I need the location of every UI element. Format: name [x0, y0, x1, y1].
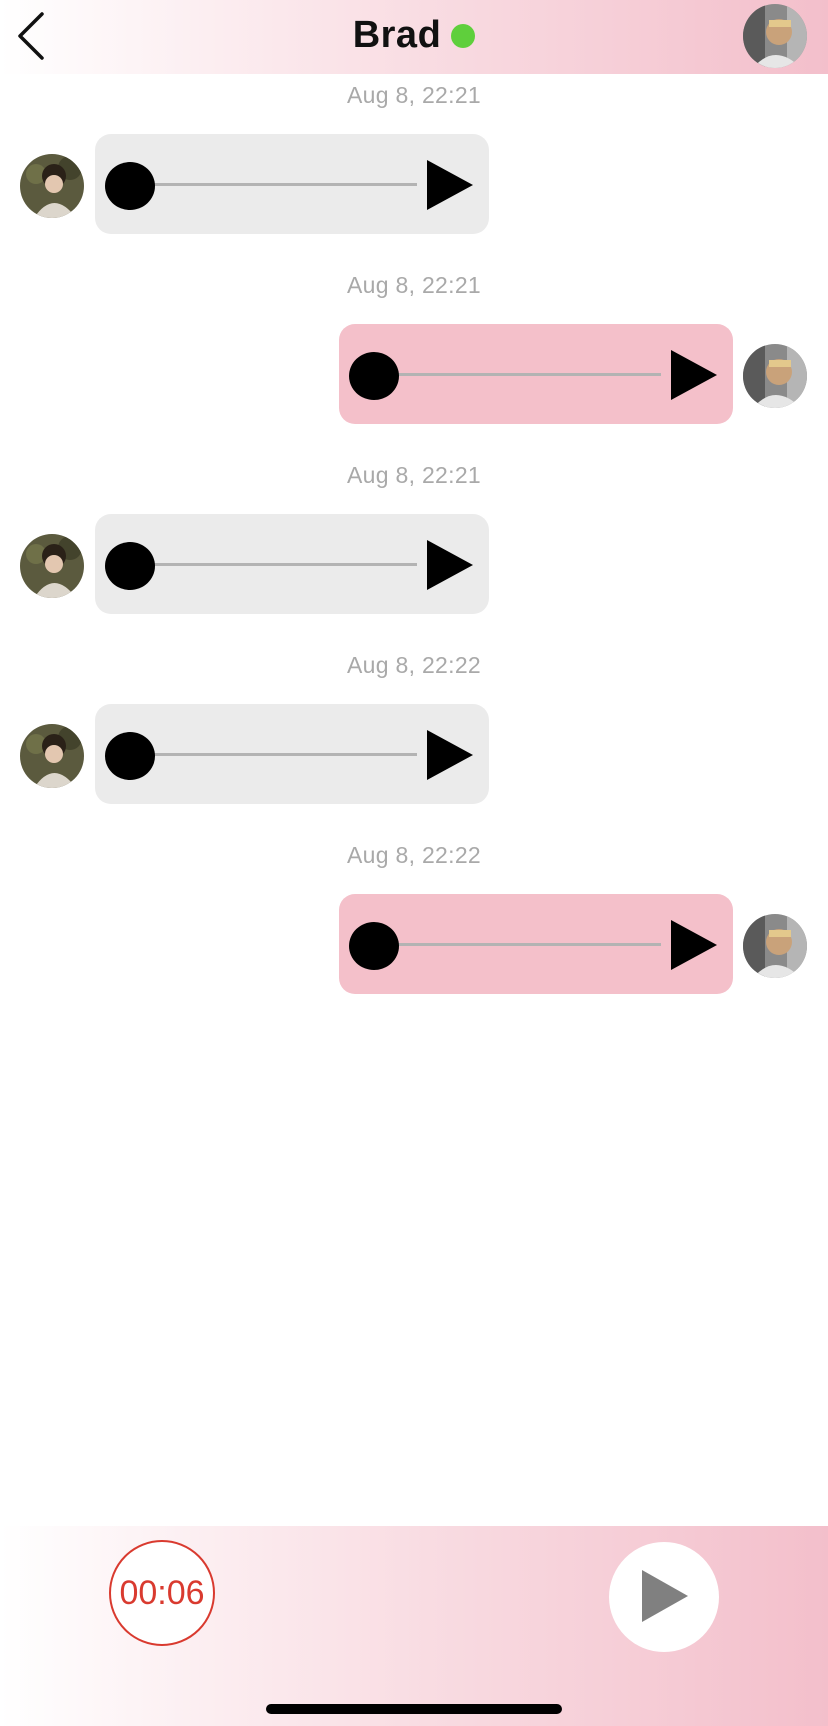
voice-message-outgoing — [339, 324, 733, 424]
female-avatar-icon — [20, 724, 84, 788]
play-icon[interactable] — [427, 730, 473, 780]
online-status-dot — [451, 23, 476, 48]
sender-avatar[interactable] — [20, 154, 84, 218]
play-icon — [642, 1570, 688, 1622]
recording-bar: 00:06 — [0, 1526, 828, 1726]
audio-progress-track[interactable] — [375, 373, 661, 376]
contact-avatar[interactable] — [743, 4, 807, 68]
play-icon[interactable] — [427, 160, 473, 210]
chat-header: Brad — [0, 0, 828, 74]
sender-avatar[interactable] — [743, 914, 807, 978]
play-icon[interactable] — [427, 540, 473, 590]
female-avatar-icon — [20, 534, 84, 598]
message-timestamp: Aug 8, 22:21 — [346, 462, 482, 488]
record-timer-button[interactable]: 00:06 — [109, 1540, 215, 1646]
audio-scrubber-handle[interactable] — [105, 542, 155, 590]
male-avatar-icon — [743, 4, 807, 68]
audio-scrubber-handle[interactable] — [349, 352, 399, 400]
audio-progress-track[interactable] — [375, 943, 661, 946]
male-avatar-icon — [743, 344, 807, 408]
audio-scrubber-handle[interactable] — [349, 922, 399, 970]
male-avatar-icon — [743, 914, 807, 978]
play-recording-button[interactable] — [609, 1542, 719, 1652]
female-avatar-icon — [20, 154, 84, 218]
audio-progress-track[interactable] — [131, 563, 417, 566]
message-timestamp: Aug 8, 22:22 — [346, 842, 482, 868]
title-area: Brad — [0, 14, 828, 60]
voice-message-incoming — [95, 704, 489, 804]
audio-progress-track[interactable] — [131, 183, 417, 186]
home-indicator[interactable] — [266, 1704, 562, 1714]
sender-avatar[interactable] — [20, 724, 84, 788]
play-icon[interactable] — [671, 350, 717, 400]
message-timestamp: Aug 8, 22:21 — [346, 272, 482, 298]
message-timestamp: Aug 8, 22:21 — [346, 82, 482, 108]
audio-scrubber-handle[interactable] — [105, 732, 155, 780]
audio-progress-track[interactable] — [131, 753, 417, 756]
play-icon[interactable] — [671, 920, 717, 970]
audio-scrubber-handle[interactable] — [105, 162, 155, 210]
contact-name: Brad — [352, 14, 442, 56]
voice-message-incoming — [95, 134, 489, 234]
sender-avatar[interactable] — [20, 534, 84, 598]
sender-avatar[interactable] — [743, 344, 807, 408]
voice-message-incoming — [95, 514, 489, 614]
message-timestamp: Aug 8, 22:22 — [346, 652, 482, 678]
voice-message-outgoing — [339, 894, 733, 994]
